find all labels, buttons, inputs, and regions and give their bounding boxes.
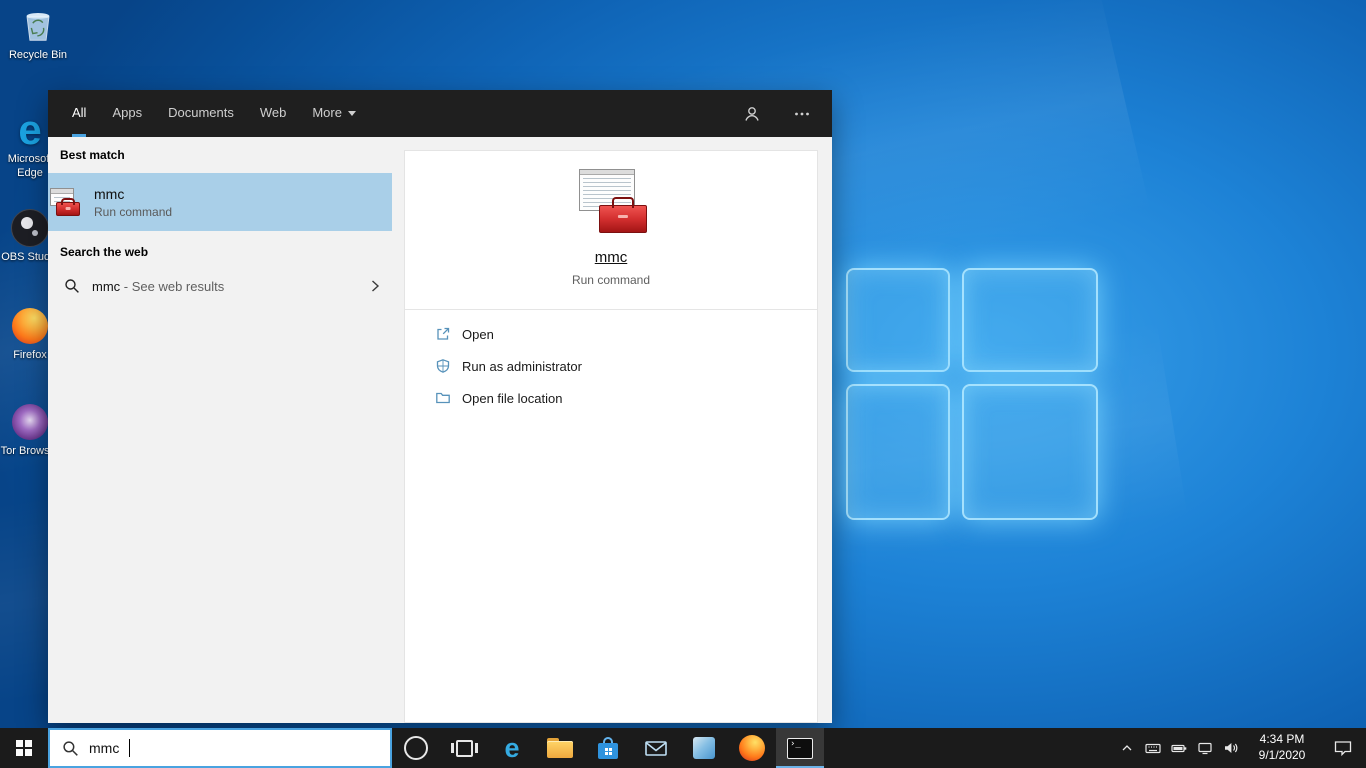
search-icon — [63, 740, 78, 756]
desktop-icon-label: Recycle Bin — [8, 49, 68, 61]
search-flyout: All Apps Documents Web More Best match m… — [48, 90, 832, 723]
logo-pane — [962, 384, 1098, 520]
tab-label: More — [312, 105, 342, 120]
search-results-column: Best match mmc Run command Search the we… — [48, 137, 392, 723]
action-center-button[interactable] — [1320, 728, 1366, 768]
store-icon — [597, 737, 619, 759]
action-label: Run as administrator — [462, 358, 582, 374]
action-open[interactable]: Open — [405, 318, 817, 350]
show-hidden-icons-button[interactable] — [1114, 728, 1140, 768]
user-icon — [745, 106, 759, 121]
admin-shield-icon — [436, 359, 450, 373]
logo-pane — [962, 268, 1098, 372]
tab-all[interactable]: All — [72, 90, 87, 137]
chevron-right-icon — [372, 280, 380, 292]
action-run-as-administrator[interactable]: Run as administrator — [405, 350, 817, 382]
action-center-icon — [1334, 741, 1352, 757]
touch-keyboard-button[interactable] — [1140, 728, 1166, 768]
network-status-button[interactable] — [1192, 728, 1218, 768]
tab-label: All — [72, 105, 87, 120]
web-result-mmc[interactable]: mmc - See web results — [48, 266, 392, 306]
ellipsis-icon — [795, 112, 809, 115]
taskbar-mail-button[interactable] — [632, 728, 680, 768]
mmc-toolbox-icon-large — [573, 169, 649, 233]
folder-location-icon — [436, 392, 450, 404]
search-filter-bar: All Apps Documents Web More — [48, 90, 832, 137]
recycle-bin-icon — [2, 6, 74, 46]
search-icon — [65, 279, 79, 293]
taskbar-edge-button[interactable] — [488, 728, 536, 768]
desktop: Recycle Bin Microsoft Edge OBS Studio Fi… — [0, 0, 1366, 768]
taskbar-command-prompt-button[interactable] — [776, 728, 824, 768]
options-button[interactable] — [790, 102, 814, 126]
taskbar-store-button[interactable] — [584, 728, 632, 768]
command-prompt-icon — [787, 737, 813, 759]
tab-label: Web — [259, 105, 287, 120]
action-label: Open file location — [462, 390, 563, 406]
start-button[interactable] — [0, 728, 48, 768]
action-label: Open — [462, 326, 494, 342]
tab-web[interactable]: Web — [260, 90, 287, 137]
logo-pane — [846, 384, 950, 520]
windows-wallpaper-logo — [846, 268, 1098, 520]
cortana-button[interactable] — [392, 728, 440, 768]
battery-icon — [1171, 744, 1187, 753]
tab-label: Apps — [112, 105, 143, 120]
web-suffix: - See web results — [120, 278, 225, 294]
volume-icon — [1225, 743, 1238, 753]
search-web-header: Search the web — [60, 245, 149, 259]
pinned-app-icon — [693, 737, 715, 759]
task-view-button[interactable] — [440, 728, 488, 768]
user-account-button[interactable] — [740, 102, 764, 126]
taskbar-clock[interactable]: 4:34 PM 9/1/2020 — [1244, 728, 1320, 768]
taskbar-file-explorer-button[interactable] — [536, 728, 584, 768]
taskbar-search-input[interactable]: mmc — [48, 728, 392, 768]
network-icon — [1198, 742, 1212, 755]
volume-button[interactable] — [1218, 728, 1244, 768]
tab-label: Documents — [168, 105, 234, 120]
taskbar-pinned-app-button[interactable] — [680, 728, 728, 768]
preview-subtitle: Run command — [571, 273, 651, 287]
logo-pane — [846, 268, 950, 372]
preview-divider — [405, 309, 817, 310]
expand-web-result-button[interactable] — [368, 279, 382, 293]
file-explorer-icon — [547, 738, 573, 758]
result-preview-pane: mmc Run command Open Run as administrato… — [404, 150, 818, 723]
tab-documents[interactable]: Documents — [168, 90, 234, 137]
desktop-icon-recycle-bin[interactable]: Recycle Bin — [2, 6, 74, 63]
action-open-file-location[interactable]: Open file location — [405, 382, 817, 414]
keyboard-icon — [1145, 743, 1161, 754]
task-view-icon — [450, 739, 478, 757]
mmc-toolbox-icon — [48, 188, 80, 216]
clock-time: 4:34 PM — [1259, 732, 1305, 747]
best-match-result-mmc[interactable]: mmc Run command — [48, 173, 392, 231]
chevron-down-icon — [347, 111, 356, 117]
firefox-icon — [739, 735, 765, 761]
taskbar-firefox-button[interactable] — [728, 728, 776, 768]
best-match-header: Best match — [60, 148, 125, 162]
battery-status-button[interactable] — [1166, 728, 1192, 768]
tab-apps[interactable]: Apps — [112, 90, 142, 137]
mail-icon — [645, 741, 667, 756]
system-tray: 4:34 PM 9/1/2020 — [1114, 728, 1366, 768]
edge-icon — [504, 735, 519, 762]
search-input-value: mmc — [89, 740, 120, 756]
result-title: mmc — [94, 185, 125, 202]
cortana-icon — [404, 736, 428, 760]
chevron-up-icon — [1122, 745, 1132, 751]
clock-date: 9/1/2020 — [1258, 748, 1306, 762]
web-query: mmc — [92, 278, 121, 294]
windows-start-icon — [16, 740, 32, 756]
taskbar: mmc e ›_ 4:34 PM 9/1/2020 — [0, 728, 1366, 768]
text-caret — [129, 739, 131, 757]
preview-title: mmc — [594, 249, 628, 266]
open-icon — [437, 327, 450, 340]
result-subtitle: Run command — [94, 204, 173, 219]
tab-more[interactable]: More — [312, 90, 356, 137]
